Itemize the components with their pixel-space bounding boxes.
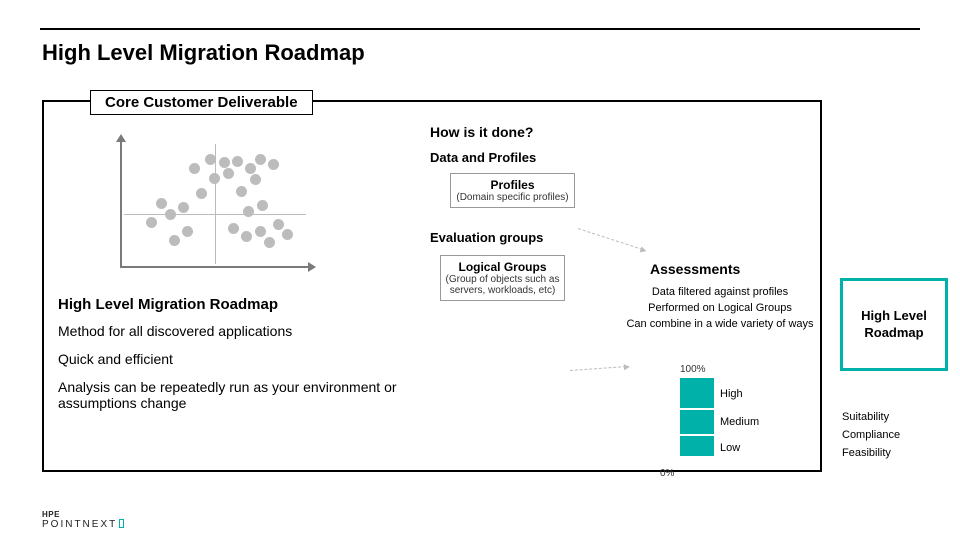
- scatter-point: [219, 157, 230, 168]
- scatter-point: [178, 202, 189, 213]
- mid-heading: How is it done?: [430, 124, 600, 140]
- logo-bottom: POINTNEXT: [42, 519, 124, 530]
- scatter-point: [257, 200, 268, 211]
- wf-label-high: High: [720, 388, 743, 400]
- scatter-point: [282, 229, 293, 240]
- scatter-point: [196, 188, 207, 199]
- y-axis: [120, 140, 122, 268]
- wf-tick-top: 100%: [680, 364, 706, 375]
- scatter-point: [223, 168, 234, 179]
- profiles-box-title: Profiles: [453, 178, 572, 192]
- scatter-point: [146, 217, 157, 228]
- wf-bar-low: [680, 436, 714, 456]
- scatter-point: [165, 209, 176, 220]
- left-line-3: Analysis can be repeatedly run as your e…: [58, 379, 408, 411]
- scatter-point: [255, 226, 266, 237]
- wf-right-1: Suitability: [842, 408, 900, 426]
- roadmap-box: High Level Roadmap: [840, 278, 948, 371]
- assessments-heading: Assessments: [650, 261, 740, 277]
- wf-label-low: Low: [720, 442, 740, 454]
- lg-box-sub: (Group of objects such as servers, workl…: [443, 274, 562, 296]
- scatter-point: [250, 174, 261, 185]
- wf-right-3: Feasibility: [842, 444, 900, 462]
- arrow-right-icon: [308, 262, 316, 272]
- left-text-block: High Level Migration Roadmap Method for …: [58, 296, 408, 423]
- wf-bar-high: [680, 378, 714, 408]
- scatter-point: [228, 223, 239, 234]
- scatter-point: [236, 186, 247, 197]
- wf-bar-medium: [680, 410, 714, 434]
- logo: HPE POINTNEXT: [42, 510, 124, 530]
- waterfall-chart: 100% High Medium Low 0%: [620, 370, 840, 485]
- logical-groups-box: Logical Groups (Group of objects such as…: [440, 255, 565, 301]
- assess-line-2: Performed on Logical Groups: [625, 301, 815, 317]
- profiles-box-sub: (Domain specific profiles): [453, 192, 572, 203]
- assessments-lines: Data filtered against profiles Performed…: [625, 285, 815, 333]
- scatter-point: [264, 237, 275, 248]
- scatter-point: [205, 154, 216, 165]
- scatter-point: [255, 154, 266, 165]
- scatter-point: [243, 206, 254, 217]
- logo-bottom-text: POINTNEXT: [42, 519, 117, 530]
- x-axis: [120, 266, 310, 268]
- wf-label-medium: Medium: [720, 416, 759, 428]
- middle-column: How is it done? Data and Profiles Profil…: [430, 124, 600, 301]
- left-line-1: Method for all discovered applications: [58, 323, 408, 339]
- scatter-chart: [120, 140, 310, 268]
- logo-mark-icon: [119, 519, 124, 528]
- arrow-up-icon: [116, 134, 126, 142]
- scatter-point: [189, 163, 200, 174]
- page-title: High Level Migration Roadmap: [42, 40, 365, 66]
- lg-box-title: Logical Groups: [443, 260, 562, 274]
- horizontal-midline: [124, 214, 306, 215]
- roadmap-box-label: High Level Roadmap: [843, 308, 945, 342]
- wf-right-labels: Suitability Compliance Feasibility: [842, 408, 900, 462]
- left-line-2: Quick and efficient: [58, 351, 408, 367]
- mid-eval-heading: Evaluation groups: [430, 230, 600, 247]
- deliverable-badge: Core Customer Deliverable: [90, 90, 313, 115]
- scatter-point: [273, 219, 284, 230]
- wf-tick-bot: 0%: [660, 468, 674, 479]
- scatter-point: [182, 226, 193, 237]
- scatter-point: [209, 173, 220, 184]
- assess-line-1: Data filtered against profiles: [625, 285, 815, 301]
- scatter-point: [268, 159, 279, 170]
- scatter-point: [156, 198, 167, 209]
- assess-line-3: Can combine in a wide variety of ways: [625, 317, 815, 333]
- left-heading: High Level Migration Roadmap: [58, 296, 408, 313]
- scatter-point: [241, 231, 252, 242]
- scatter-point: [245, 163, 256, 174]
- logo-top: HPE: [42, 510, 124, 519]
- mid-sub-data-profiles: Data and Profiles: [430, 150, 600, 165]
- top-rule: [40, 28, 920, 30]
- scatter-point: [232, 156, 243, 167]
- wf-right-2: Compliance: [842, 426, 900, 444]
- scatter-point: [169, 235, 180, 246]
- profiles-box: Profiles (Domain specific profiles): [450, 173, 575, 208]
